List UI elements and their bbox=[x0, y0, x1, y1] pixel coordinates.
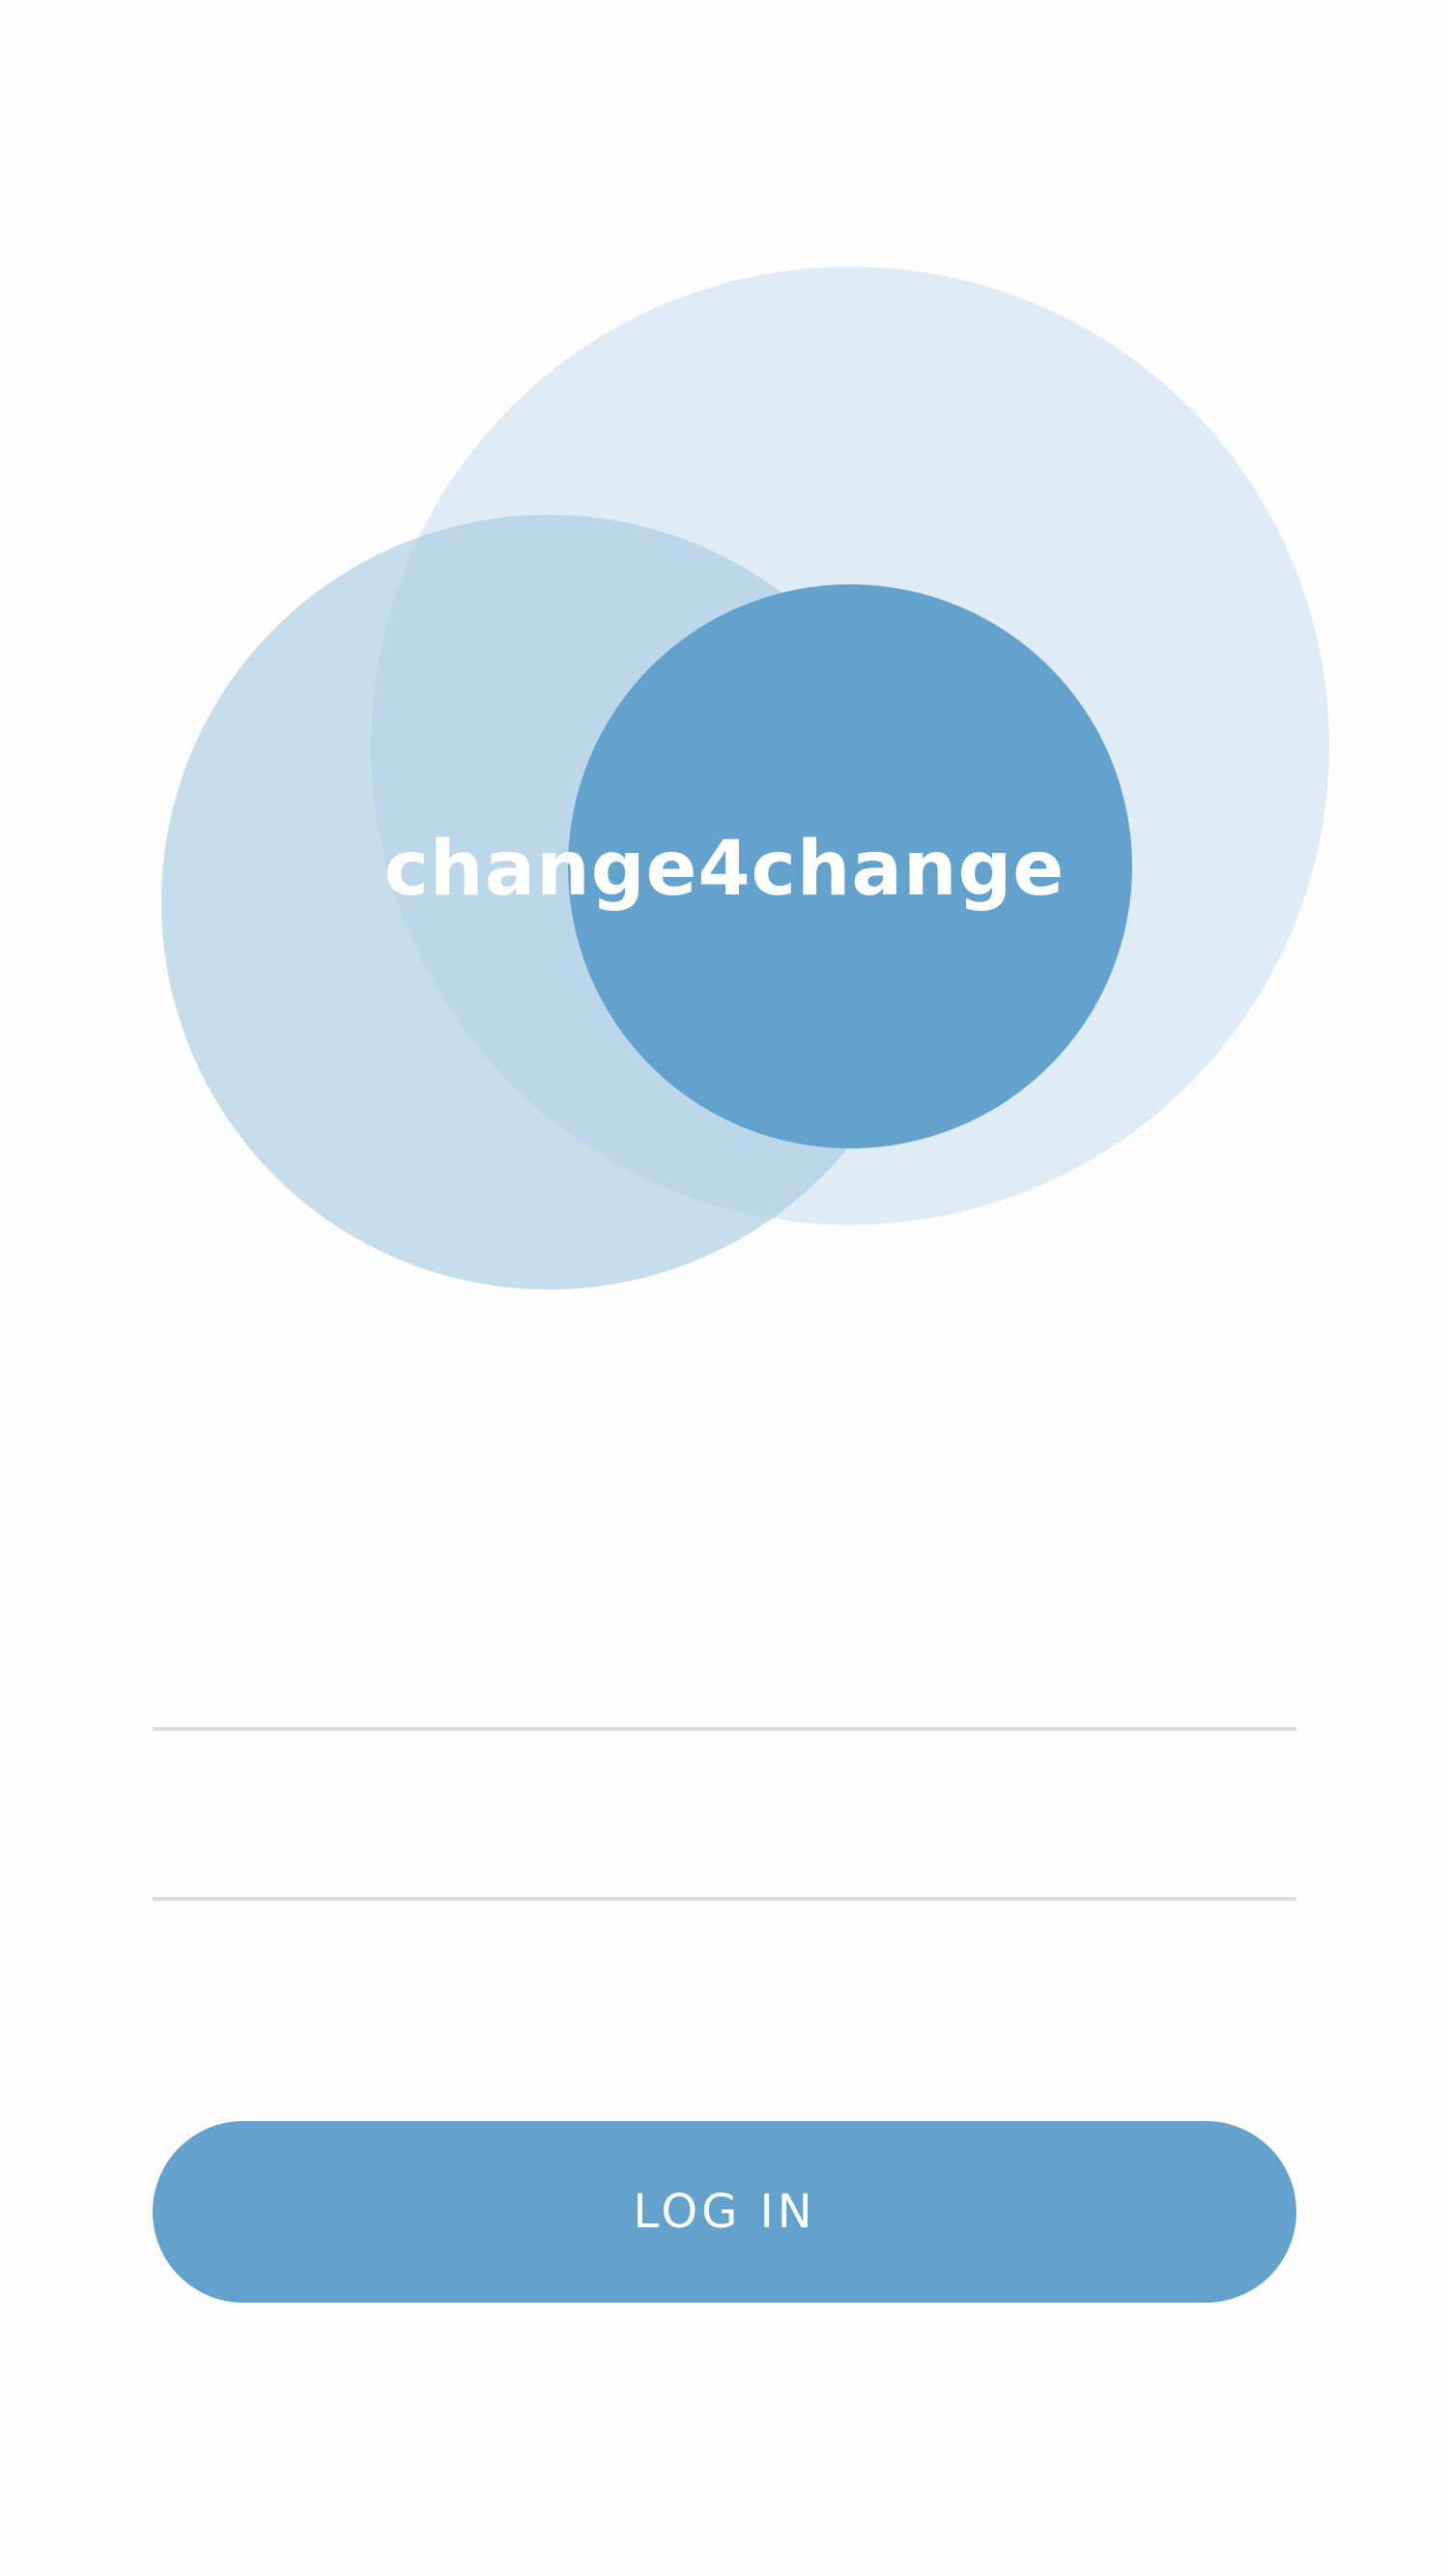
login-button-label: LOG IN bbox=[633, 2185, 816, 2239]
overlapping-circles-logo bbox=[161, 267, 1329, 1289]
logo-graphic: change4change bbox=[0, 0, 1449, 1352]
password-field[interactable] bbox=[153, 1795, 1296, 1901]
password-input[interactable] bbox=[153, 1795, 1296, 1901]
app-name-logo-text: change4change bbox=[384, 826, 1065, 913]
username-field[interactable] bbox=[153, 1625, 1296, 1731]
login-button[interactable]: LOG IN bbox=[153, 2121, 1296, 2303]
username-input[interactable] bbox=[153, 1625, 1296, 1731]
login-screen: change4change LOG IN bbox=[0, 0, 1449, 2576]
